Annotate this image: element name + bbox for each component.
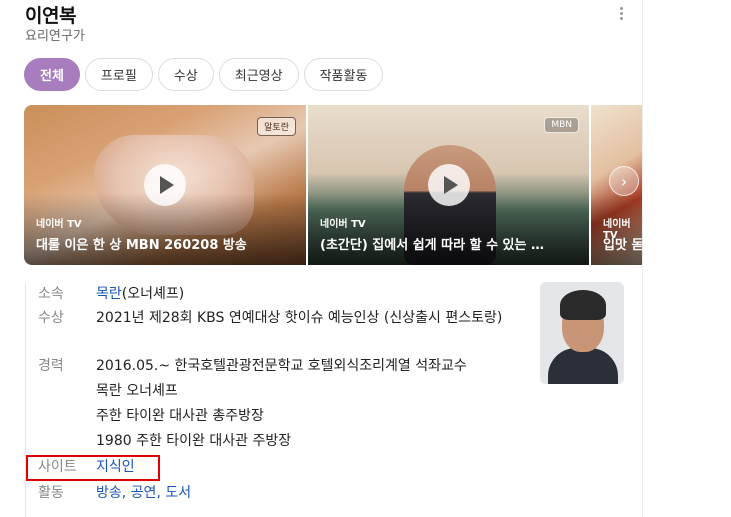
video-source: 네이버 TV (320, 219, 366, 230)
video-source: 네이버 TV (36, 219, 82, 230)
affiliation-link[interactable]: 목란 (96, 286, 122, 302)
career-line: 주한 타이완 대사관 총주방장 (96, 408, 264, 424)
info-key: 경력 (38, 358, 64, 374)
info-key: 사이트 (38, 459, 77, 475)
activity-separator: , (156, 485, 166, 501)
tab-awards[interactable]: 수상 (157, 58, 214, 91)
info-divider (25, 283, 26, 517)
profile-name[interactable]: 이연복 (25, 1, 76, 28)
career-line: 2016.05.~ 한국호텔관광전문학교 호텔외식조리계열 석좌교수 (96, 358, 467, 374)
tab-bar: 전체 프로필 수상 최근영상 작품활동 (24, 58, 384, 91)
career-line: 목란 오너셰프 (96, 383, 178, 399)
play-icon[interactable] (144, 164, 186, 206)
info-key: 소속 (38, 286, 64, 302)
activity-link-performance[interactable]: 공연 (131, 485, 157, 501)
video-card-2[interactable]: MBN 네이버 TV (초간단) 집에서 쉽게 따라 할 수 있는 … (308, 105, 589, 265)
info-key: 수상 (38, 310, 64, 326)
panel-divider (642, 0, 643, 517)
info-row-activity: 활동 방송, 공연, 도서 (38, 482, 528, 505)
info-row-site: 사이트 지식인 (38, 456, 528, 479)
activity-link-books[interactable]: 도서 (165, 485, 191, 501)
info-row-career: 경력 2016.05.~ 한국호텔관광전문학교 호텔외식조리계열 석좌교수 목란… (38, 355, 528, 453)
video-title[interactable]: (초간단) 집에서 쉽게 따라 할 수 있는 … (320, 234, 581, 253)
tab-works[interactable]: 작품활동 (303, 58, 384, 91)
profile-job: 요리연구가 (25, 29, 85, 44)
award-value: 2021년 제28회 KBS 연예대상 핫이슈 예능인상 (신상출시 편스토랑) (96, 310, 503, 326)
career-line: 1980 주한 타이완 대사관 주방장 (96, 433, 292, 449)
broadcaster-badge: MBN (544, 117, 579, 133)
tab-profile[interactable]: 프로필 (84, 58, 153, 91)
affiliation-suffix: (오너셰프) (121, 286, 185, 302)
tab-recent-videos[interactable]: 최근영상 (218, 58, 299, 91)
info-row-affiliation: 소속 목란(오너셰프) (38, 283, 528, 306)
video-title[interactable]: 입맛 돋… (603, 234, 642, 253)
kebab-menu-icon[interactable] (614, 4, 628, 22)
site-link-kin[interactable]: 지식인 (96, 459, 135, 475)
info-key: 활동 (38, 485, 64, 501)
activity-separator: , (121, 485, 131, 501)
profile-photo[interactable] (540, 282, 624, 384)
video-card-1[interactable]: 알토란 네이버 TV 대룰 이은 한 상 MBN 260208 방송 (24, 105, 306, 265)
play-icon[interactable] (427, 164, 470, 206)
tab-all[interactable]: 전체 (24, 58, 80, 91)
info-row-award: 수상 2021년 제28회 KBS 연예대상 핫이슈 예능인상 (신상출시 편스… (38, 307, 528, 330)
program-badge: 알토란 (257, 117, 296, 136)
activity-link-broadcast[interactable]: 방송 (96, 485, 122, 501)
chevron-right-icon[interactable]: › (609, 166, 639, 196)
video-title[interactable]: 대룰 이은 한 상 MBN 260208 방송 (36, 234, 298, 253)
